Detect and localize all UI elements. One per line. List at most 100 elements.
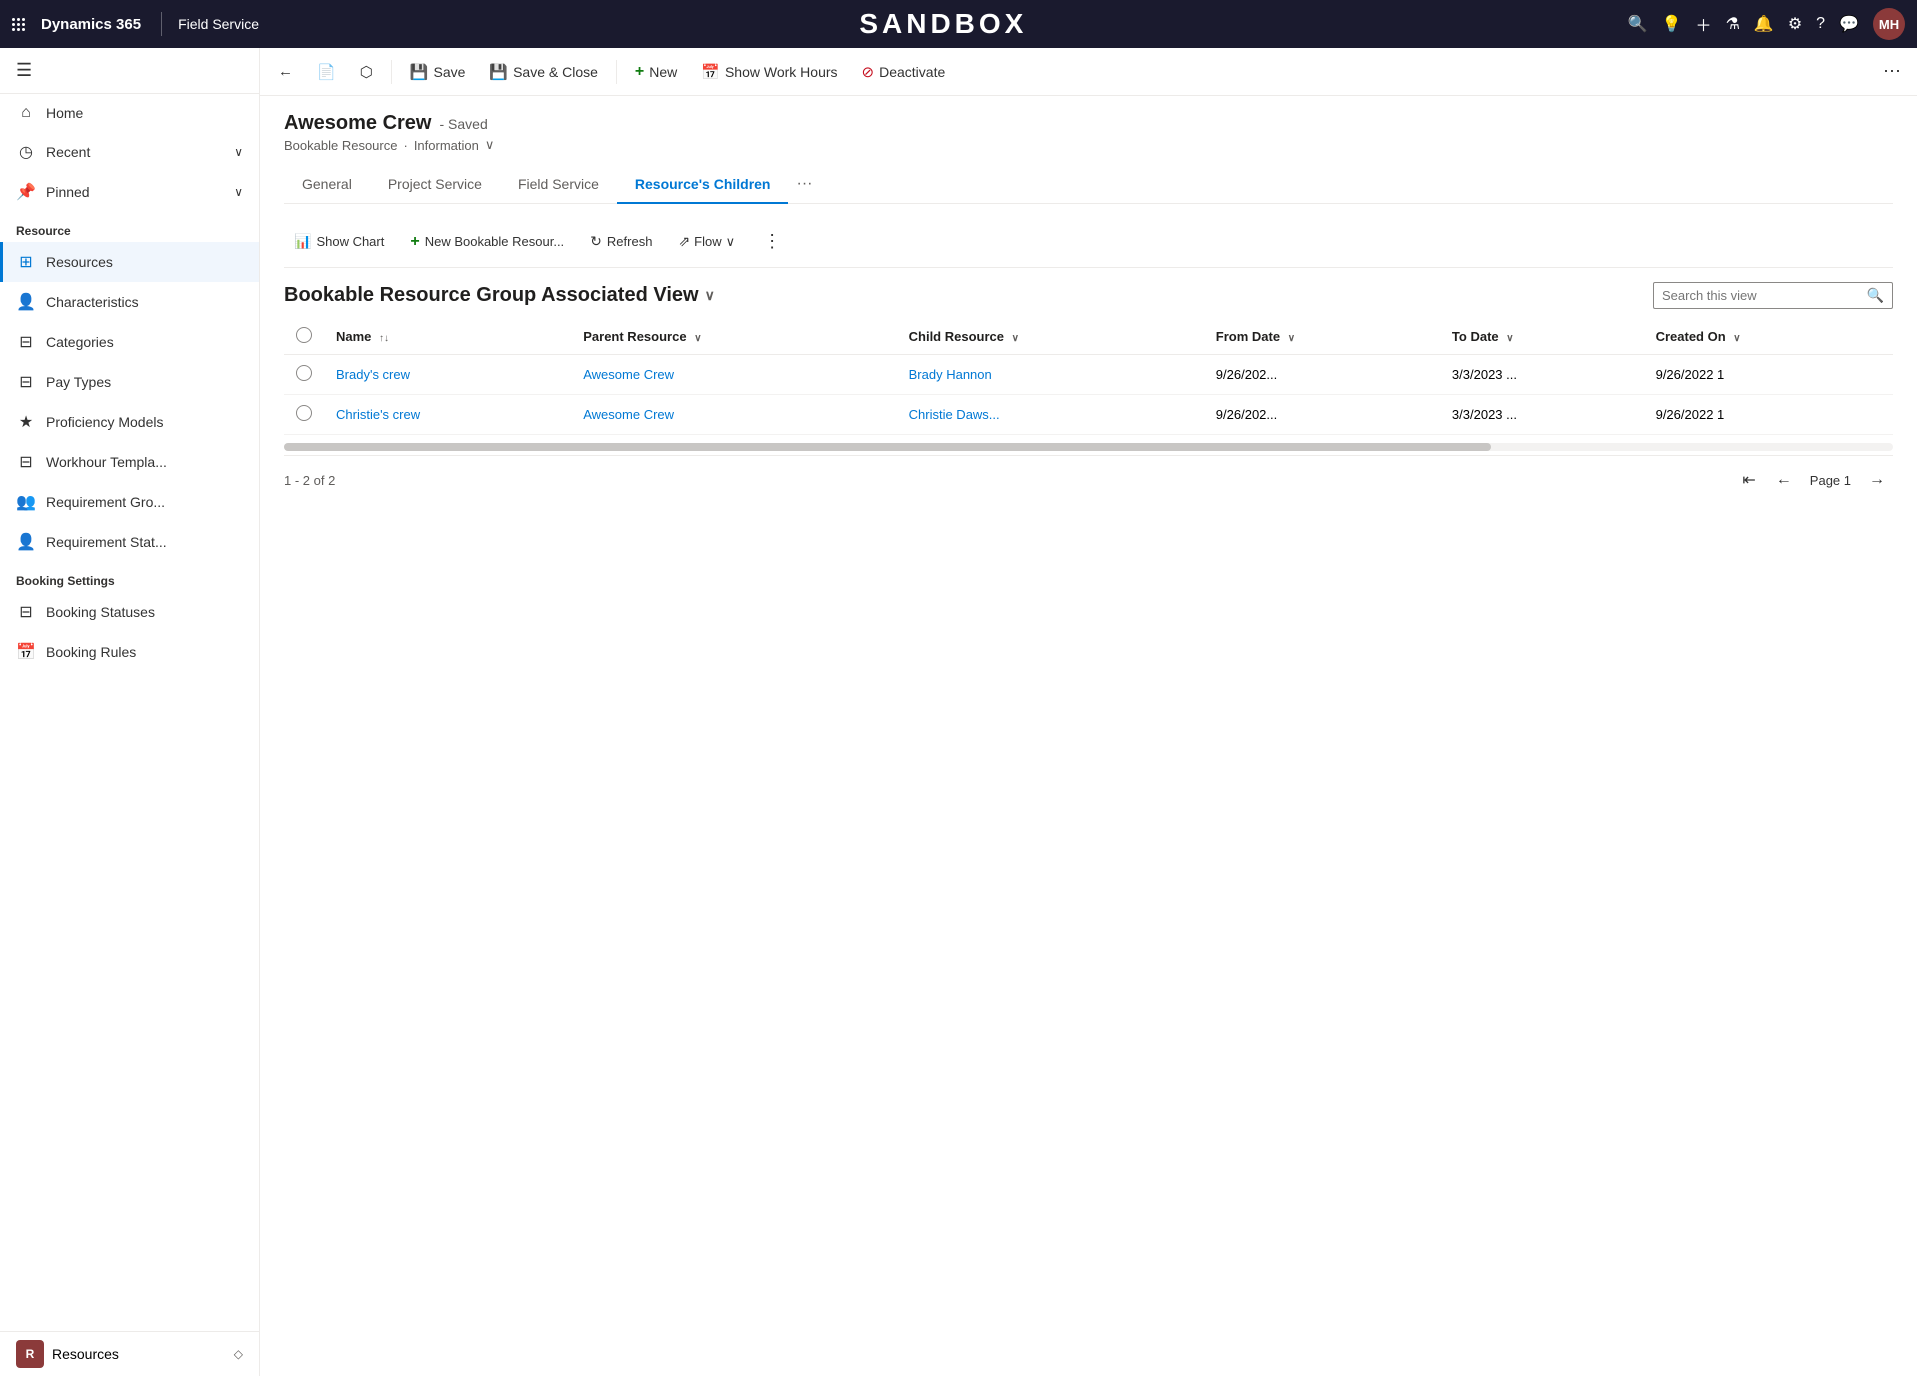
sub-more-icon[interactable]: ⋮ xyxy=(755,226,789,257)
chat-icon[interactable]: 💬 xyxy=(1839,14,1859,34)
row2-parent-link[interactable]: Awesome Crew xyxy=(583,407,674,422)
sidebar-item-label: Booking Statuses xyxy=(46,604,155,620)
sidebar-item-label: Requirement Stat... xyxy=(46,534,167,550)
new-bookable-resource-button[interactable]: + New Bookable Resour... xyxy=(400,228,574,256)
sidebar-footer[interactable]: R Resources ◇ xyxy=(0,1331,259,1376)
refresh-label: Refresh xyxy=(607,234,653,249)
question-icon[interactable]: ? xyxy=(1816,15,1825,33)
sidebar-item-label: Pay Types xyxy=(46,374,111,390)
sidebar-top: ☰ xyxy=(0,48,259,94)
view-title-chevron-icon[interactable]: ∨ xyxy=(705,287,715,304)
col-created-on[interactable]: Created On ∨ xyxy=(1644,319,1893,355)
lightbulb-icon[interactable]: 💡 xyxy=(1662,14,1682,34)
table-footer: 1 - 2 of 2 ⇤ ← Page 1 → xyxy=(284,455,1893,504)
select-all-checkbox[interactable] xyxy=(296,327,312,343)
app-grid-icon[interactable] xyxy=(12,18,25,31)
bell-icon[interactable]: 🔔 xyxy=(1754,14,1774,34)
row2-child-link[interactable]: Christie Daws... xyxy=(909,407,1000,422)
sidebar-item-booking-statuses[interactable]: ⊟ Booking Statuses xyxy=(0,592,259,632)
save-icon: 💾 xyxy=(410,63,429,81)
booking-rules-icon: 📅 xyxy=(16,642,36,662)
tabs-more-icon[interactable]: ··· xyxy=(788,165,820,203)
row1-parent-link[interactable]: Awesome Crew xyxy=(583,367,674,382)
breadcrumb-chevron-icon[interactable]: ∨ xyxy=(485,137,495,153)
page-label: Page 1 xyxy=(1804,473,1857,488)
next-page-button[interactable]: → xyxy=(1861,467,1893,493)
user-avatar[interactable]: MH xyxy=(1873,8,1905,40)
pin-icon: 📌 xyxy=(16,182,36,202)
sidebar-item-characteristics[interactable]: 👤 Characteristics xyxy=(0,282,259,322)
sidebar-item-categories[interactable]: ⊟ Categories xyxy=(0,322,259,362)
col-parent-resource[interactable]: Parent Resource ∨ xyxy=(571,319,896,355)
row1-child-link[interactable]: Brady Hannon xyxy=(909,367,992,382)
row1-checkbox[interactable] xyxy=(296,365,312,381)
show-chart-button[interactable]: 📊 Show Chart xyxy=(284,228,394,255)
show-chart-label: Show Chart xyxy=(316,234,384,249)
tab-resources-children[interactable]: Resource's Children xyxy=(617,166,789,204)
module-name: Field Service xyxy=(178,16,259,32)
back-button[interactable]: ← xyxy=(268,57,303,86)
flow-button[interactable]: ⇗ Flow ∨ xyxy=(668,228,745,255)
sidebar-item-workhour-templates[interactable]: ⊟ Workhour Templa... xyxy=(0,442,259,482)
open-new-window-button[interactable]: ⬡ xyxy=(350,57,383,87)
data-table: Name ↑↓ Parent Resource ∨ Child Resource… xyxy=(284,319,1893,435)
row1-child: Brady Hannon xyxy=(897,355,1204,395)
row2-to-date: 3/3/2023 ... xyxy=(1440,395,1644,435)
record-icon-button[interactable]: 📄 xyxy=(307,57,346,87)
row1-name-link[interactable]: Brady's crew xyxy=(336,367,410,382)
row2-parent: Awesome Crew xyxy=(571,395,896,435)
row1-name: Brady's crew xyxy=(324,355,571,395)
save-close-button[interactable]: 💾 Save & Close xyxy=(479,57,608,87)
deactivate-button[interactable]: ⊘ Deactivate xyxy=(852,57,956,87)
sidebar-item-pinned[interactable]: 📌 Pinned ∨ xyxy=(0,172,259,212)
sidebar-item-resources[interactable]: ⊞ Resources xyxy=(0,242,259,282)
col-name-label: Name xyxy=(336,329,371,344)
entity-name: Awesome Crew xyxy=(284,112,431,135)
filter-icon[interactable]: ⚗ xyxy=(1726,14,1740,34)
sidebar-item-home[interactable]: ⌂ Home xyxy=(0,94,259,132)
first-page-button[interactable]: ⇤ xyxy=(1734,466,1763,494)
separator xyxy=(391,60,392,84)
row2-name-link[interactable]: Christie's crew xyxy=(336,407,420,422)
new-label: New xyxy=(649,64,677,80)
workhour-icon: ⊟ xyxy=(16,452,36,472)
row2-created-on: 9/26/2022 1 xyxy=(1644,395,1893,435)
search-input[interactable] xyxy=(1662,288,1861,303)
sidebar-item-booking-rules[interactable]: 📅 Booking Rules xyxy=(0,632,259,672)
form-title: Awesome Crew - Saved xyxy=(284,112,1893,135)
req-statuses-icon: 👤 xyxy=(16,532,36,552)
sidebar-item-requirement-groups[interactable]: 👥 Requirement Gro... xyxy=(0,482,259,522)
new-button[interactable]: + New xyxy=(625,57,687,87)
more-commands-icon[interactable]: ⋯ xyxy=(1875,55,1909,88)
col-name[interactable]: Name ↑↓ xyxy=(324,319,571,355)
sidebar-item-requirement-statuses[interactable]: 👤 Requirement Stat... xyxy=(0,522,259,562)
hamburger-icon[interactable]: ☰ xyxy=(16,60,32,81)
tabs: General Project Service Field Service Re… xyxy=(284,165,1893,204)
sidebar-item-label: Requirement Gro... xyxy=(46,494,165,510)
tab-general[interactable]: General xyxy=(284,166,370,204)
plus-icon[interactable]: ＋ xyxy=(1696,12,1712,36)
table-scrollbar[interactable] xyxy=(284,443,1893,451)
sidebar-item-proficiency-models[interactable]: ★ Proficiency Models xyxy=(0,402,259,442)
refresh-button[interactable]: ↻ Refresh xyxy=(580,228,662,255)
open-icon: ⬡ xyxy=(360,63,373,81)
search-icon[interactable]: 🔍 xyxy=(1628,14,1648,34)
row2-from-date: 9/26/202... xyxy=(1204,395,1440,435)
prev-page-button[interactable]: ← xyxy=(1768,467,1800,493)
recent-icon: ◷ xyxy=(16,142,36,162)
view-title-text: Bookable Resource Group Associated View xyxy=(284,284,699,307)
gear-icon[interactable]: ⚙ xyxy=(1788,14,1802,34)
col-from-date[interactable]: From Date ∨ xyxy=(1204,319,1440,355)
row2-checkbox[interactable] xyxy=(296,405,312,421)
col-child-resource[interactable]: Child Resource ∨ xyxy=(897,319,1204,355)
sidebar-item-recent[interactable]: ◷ Recent ∨ xyxy=(0,132,259,172)
brand-name[interactable]: Dynamics 365 xyxy=(41,16,141,33)
col-to-date[interactable]: To Date ∨ xyxy=(1440,319,1644,355)
show-work-hours-button[interactable]: 📅 Show Work Hours xyxy=(691,57,847,87)
sidebar-item-pay-types[interactable]: ⊟ Pay Types xyxy=(0,362,259,402)
row2-child: Christie Daws... xyxy=(897,395,1204,435)
sidebar-item-label: Proficiency Models xyxy=(46,414,164,430)
save-button[interactable]: 💾 Save xyxy=(400,57,476,87)
tab-project-service[interactable]: Project Service xyxy=(370,166,500,204)
tab-field-service[interactable]: Field Service xyxy=(500,166,617,204)
